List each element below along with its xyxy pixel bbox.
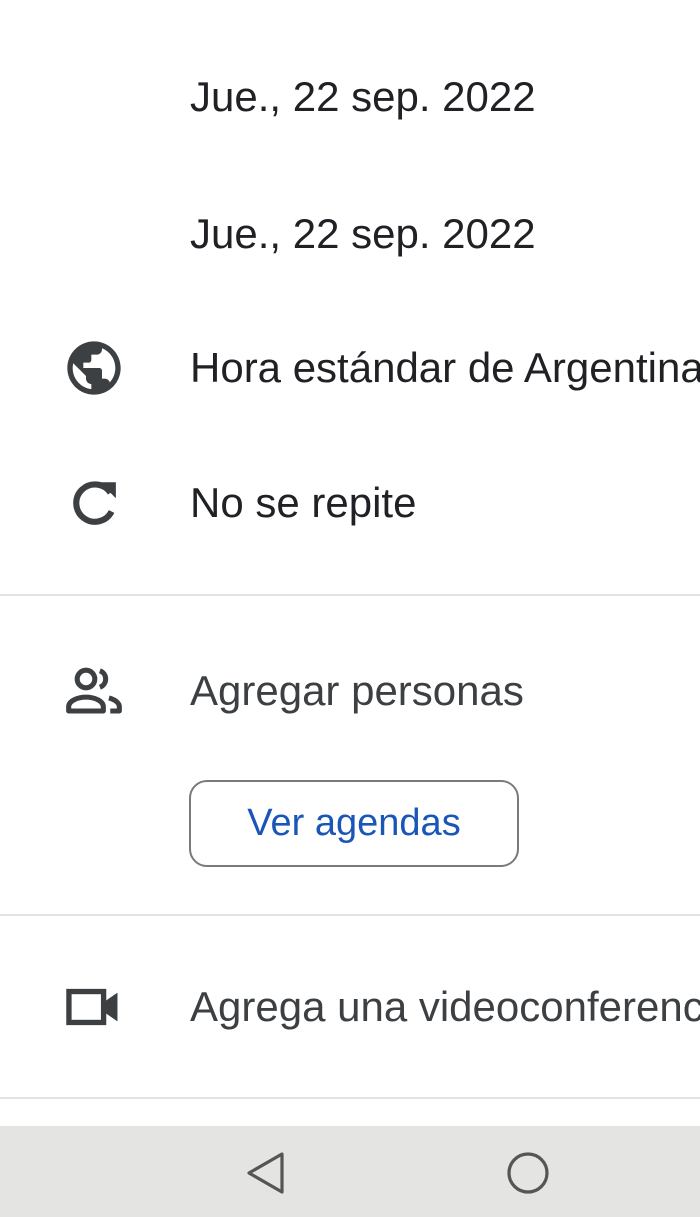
system-navigation-bar: [0, 1126, 700, 1217]
start-date-label[interactable]: Jue., 22 sep. 2022: [190, 73, 536, 121]
timezone-label[interactable]: Hora estándar de Argentina: [190, 344, 700, 392]
home-circle-icon[interactable]: [503, 1148, 553, 1198]
end-date-label[interactable]: Jue., 22 sep. 2022: [190, 210, 536, 258]
globe-icon: [67, 341, 121, 395]
video-camera-icon: [66, 988, 118, 1026]
back-triangle-icon[interactable]: [241, 1148, 291, 1198]
start-date-row[interactable]: Jue., 22 sep. 2022: [0, 42, 700, 152]
timezone-row[interactable]: Hora estándar de Argentina: [0, 313, 700, 423]
repeat-icon: [73, 481, 116, 525]
repeat-label[interactable]: No se repite: [190, 479, 416, 527]
add-people-label[interactable]: Agregar personas: [190, 667, 524, 715]
people-icon: [66, 667, 122, 714]
divider: [0, 1097, 700, 1099]
view-schedules-button[interactable]: Ver agendas: [189, 780, 519, 867]
divider: [0, 594, 700, 596]
add-videoconference-label[interactable]: Agrega una videoconferencia: [190, 983, 700, 1031]
divider: [0, 914, 700, 916]
videoconference-row[interactable]: Agrega una videoconferencia: [0, 952, 700, 1062]
event-editor-screen: Jue., 22 sep. 2022 Jue., 22 sep. 2022 Ho…: [0, 0, 700, 1217]
add-people-row[interactable]: Agregar personas: [0, 636, 700, 746]
repeat-row[interactable]: No se repite: [0, 448, 700, 558]
end-date-row[interactable]: Jue., 22 sep. 2022: [0, 179, 700, 289]
